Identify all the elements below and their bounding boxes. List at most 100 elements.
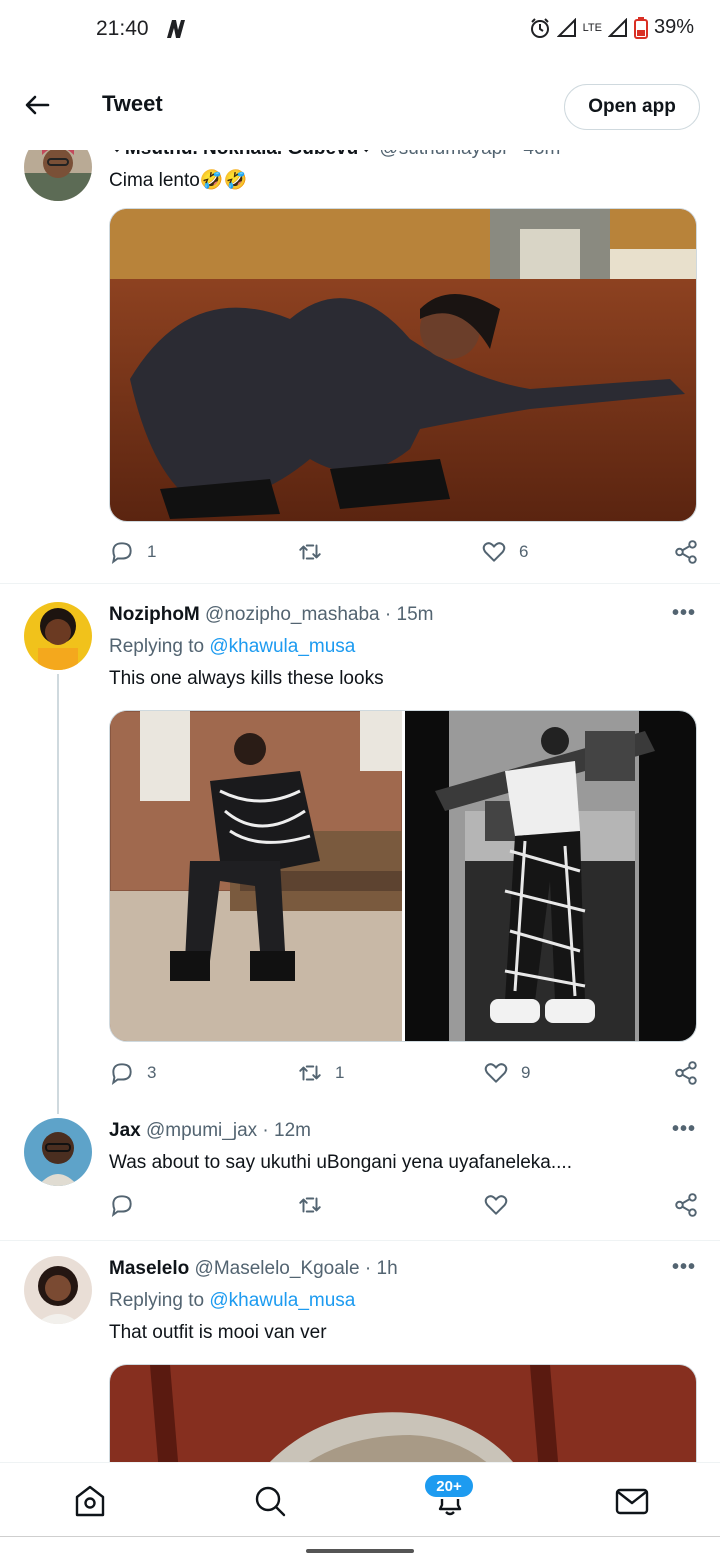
display-name[interactable]: Jax <box>109 1120 141 1141</box>
share-button[interactable] <box>673 1192 699 1218</box>
replying-to: Replying to @khawula_musa <box>109 634 698 660</box>
display-name[interactable]: ❤Msuthu. Nokhala. Gubevu❤ <box>109 150 374 159</box>
top-bar: Tweet Open app <box>0 60 720 150</box>
tweet[interactable]: Maselelo @Maselelo_Kgoale · 1h Replying … <box>0 1254 720 1462</box>
more-options-icon[interactable]: ••• <box>672 1118 696 1141</box>
retweet-count: 1 <box>335 1063 345 1082</box>
tweet-text: Cima lento🤣🤣 <box>109 170 248 191</box>
home-icon[interactable] <box>72 1483 108 1519</box>
tweet-time[interactable]: 46m <box>523 150 560 159</box>
like-count: 9 <box>521 1063 531 1082</box>
tweet-meta: NoziphoM @nozipho_mashaba · 15m <box>109 602 698 628</box>
gesture-bar <box>0 1536 720 1560</box>
meta-separator: · <box>364 1258 377 1279</box>
signal-icon <box>556 17 576 37</box>
avatar[interactable] <box>24 602 92 670</box>
open-app-button[interactable]: Open app <box>564 84 700 130</box>
replies-feed[interactable]: ❤Msuthu. Nokhala. Gubevu❤ @suthumayapi ·… <box>0 150 720 1462</box>
status-time: 21:40 <box>96 17 149 40</box>
share-icon <box>675 1193 697 1217</box>
more-options-icon[interactable]: ••• <box>672 150 696 159</box>
avatar[interactable] <box>24 150 92 201</box>
tweet-meta: ❤Msuthu. Nokhala. Gubevu❤ @suthumayapi ·… <box>109 150 698 162</box>
search-icon[interactable] <box>252 1483 288 1519</box>
tweet-time[interactable]: 12m <box>274 1120 311 1141</box>
page-title: Tweet <box>102 91 163 116</box>
thread-line <box>57 674 59 1114</box>
retweet-button[interactable] <box>297 1192 323 1218</box>
tweet-text: Was about to say ukuthi uBongani yena uy… <box>109 1152 572 1173</box>
replying-to-handle[interactable]: @khawula_musa <box>209 636 355 657</box>
reply-icon <box>111 1063 132 1086</box>
battery-percent: 39% <box>653 16 694 38</box>
like-button[interactable]: 6 <box>481 539 528 565</box>
share-button[interactable] <box>673 539 699 565</box>
reply-button[interactable]: 3 <box>109 1060 156 1086</box>
meta-separator: · <box>512 150 524 159</box>
tweet-time[interactable]: 1h <box>377 1258 398 1279</box>
like-button[interactable] <box>483 1192 509 1218</box>
back-arrow-icon[interactable] <box>22 90 52 120</box>
tweet-text: That outfit is mooi van ver <box>109 1322 327 1343</box>
retweet-button[interactable] <box>297 539 335 565</box>
tweet-actions: 3 1 9 <box>109 1060 699 1090</box>
tweet-image[interactable] <box>405 711 696 1041</box>
display-name[interactable]: Maselelo <box>109 1258 189 1279</box>
tweet-image[interactable] <box>110 711 403 1041</box>
reply-count: 1 <box>147 542 157 561</box>
meta-separator: · <box>384 604 397 625</box>
retweet-button[interactable]: 1 <box>297 1060 344 1086</box>
signal-icon-2 <box>607 17 627 37</box>
display-name[interactable]: NoziphoM <box>109 604 200 625</box>
user-handle[interactable]: @nozipho_mashaba <box>205 604 380 625</box>
tweet-body: NoziphoM @nozipho_mashaba · 15m Replying… <box>109 602 698 692</box>
divider <box>0 583 720 584</box>
messages-icon[interactable] <box>614 1483 650 1519</box>
notification-badge: 20+ <box>423 1473 475 1499</box>
netflix-notification-icon <box>167 20 185 38</box>
share-icon <box>675 1061 697 1085</box>
retweet-icon <box>299 1065 321 1081</box>
tweet-actions <box>109 1192 699 1222</box>
alarm-icon <box>530 17 549 38</box>
tweet[interactable]: NoziphoM @nozipho_mashaba · 15m Replying… <box>0 598 720 1114</box>
user-handle[interactable]: @mpumi_jax <box>146 1120 257 1141</box>
battery-icon <box>633 16 648 39</box>
share-button[interactable] <box>673 1060 699 1086</box>
more-options-icon[interactable]: ••• <box>672 602 696 625</box>
reply-button[interactable]: 1 <box>109 539 156 565</box>
replying-to-handle[interactable]: @khawula_musa <box>209 1290 355 1311</box>
reply-icon <box>111 1195 132 1218</box>
replying-to-label: Replying to <box>109 636 205 657</box>
bottom-nav: 20+ <box>0 1462 720 1536</box>
avatar[interactable] <box>24 1256 92 1324</box>
user-handle[interactable]: @Maselelo_Kgoale <box>195 1258 360 1279</box>
like-button[interactable]: 9 <box>483 1060 530 1086</box>
reply-button[interactable] <box>109 1192 135 1218</box>
more-options-icon[interactable]: ••• <box>672 1256 696 1279</box>
tweet-body: ❤Msuthu. Nokhala. Gubevu❤ @suthumayapi ·… <box>109 150 698 194</box>
status-bar: 21:40 LTE 39% <box>0 0 720 60</box>
user-handle[interactable]: @suthumayapi <box>379 150 506 159</box>
tweet-text: This one always kills these looks <box>109 668 384 689</box>
tweet-image-grid <box>109 710 697 1042</box>
tweet-body: Jax @mpumi_jax · 12m Was about to say uk… <box>109 1118 698 1176</box>
tweet-image[interactable] <box>109 208 697 522</box>
replying-to-label: Replying to <box>109 1290 205 1311</box>
tweet[interactable]: ❤Msuthu. Nokhala. Gubevu❤ @suthumayapi ·… <box>0 150 720 582</box>
network-type-label: LTE <box>582 21 602 34</box>
reply-count: 3 <box>147 1063 157 1082</box>
replying-to: Replying to @khawula_musa <box>109 1288 698 1314</box>
tweet-time[interactable]: 15m <box>397 604 434 625</box>
like-count: 6 <box>519 542 529 561</box>
divider <box>0 1240 720 1241</box>
retweet-icon <box>299 544 321 560</box>
meta-separator: · <box>262 1120 275 1141</box>
heart-icon <box>484 1063 508 1083</box>
home-gesture-pill[interactable] <box>306 1549 414 1553</box>
tweet-actions: 1 6 <box>109 539 699 569</box>
reply-icon <box>111 542 132 565</box>
tweet[interactable]: Jax @mpumi_jax · 12m Was about to say uk… <box>0 1116 720 1236</box>
avatar[interactable] <box>24 1118 92 1186</box>
tweet-image[interactable] <box>109 1364 697 1462</box>
